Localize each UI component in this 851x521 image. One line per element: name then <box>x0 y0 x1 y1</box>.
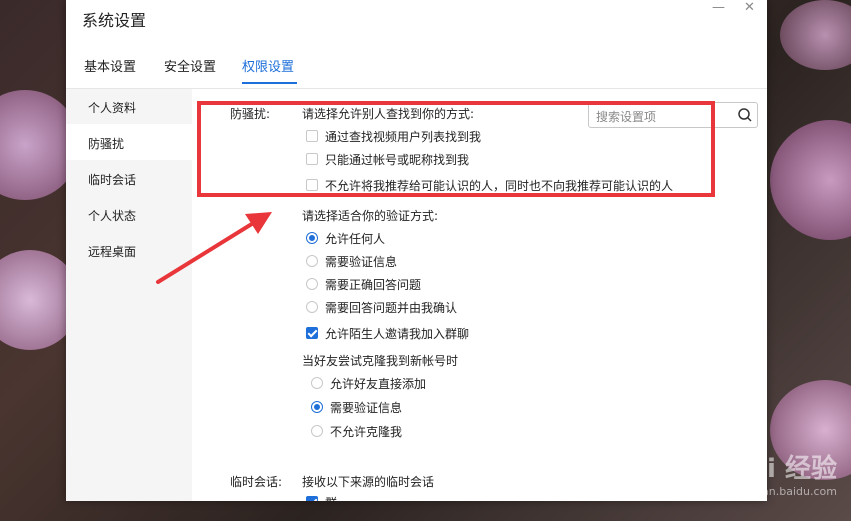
settings-sidebar: 个人资料 防骚扰 临时会话 个人状态 远程桌面 <box>66 89 192 501</box>
clone-option-label[interactable]: 不允许克隆我 <box>330 423 402 440</box>
find-option-checkbox[interactable] <box>306 153 318 165</box>
temp-chat-prompt: 接收以下来源的临时会话 <box>302 475 435 489</box>
background-flower <box>770 120 851 240</box>
minimize-button[interactable]: — <box>712 0 725 15</box>
verify-option-radio[interactable] <box>306 255 318 267</box>
watermark-text: Bai 经验 <box>729 454 837 484</box>
clone-option-radio[interactable] <box>311 425 323 437</box>
verify-option-label[interactable]: 需要正确回答问题 <box>325 276 421 293</box>
temp-chat-group-checkbox[interactable] <box>306 496 318 501</box>
verify-option-radio[interactable] <box>306 232 318 244</box>
tab-basic-settings[interactable]: 基本设置 <box>84 56 136 75</box>
group-invite-checkbox[interactable] <box>306 327 318 339</box>
verify-method-prompt: 请选择适合你的验证方式: <box>302 209 439 223</box>
sidebar-item-temp-chat[interactable]: 临时会话 <box>88 171 136 188</box>
section-label-anti-harassment: 防骚扰: <box>230 107 271 121</box>
clone-option-label[interactable]: 需要验证信息 <box>330 399 402 416</box>
find-option-label[interactable]: 只能通过帐号或昵称找到我 <box>325 151 469 168</box>
tab-bar: 基本设置 安全设置 权限设置 搜索设置项 <box>66 52 767 128</box>
verify-option-radio[interactable] <box>306 278 318 290</box>
clone-option-label[interactable]: 允许好友直接添加 <box>330 375 426 392</box>
verify-option-radio[interactable] <box>306 301 318 313</box>
verify-option-label[interactable]: 需要回答问题并由我确认 <box>325 299 457 316</box>
clone-option-radio[interactable] <box>311 401 323 413</box>
sidebar-item-remote-desktop[interactable]: 远程桌面 <box>88 243 136 260</box>
annotation-arrow-icon <box>156 212 272 284</box>
find-option-checkbox[interactable] <box>306 130 318 142</box>
sidebar-item-anti-harassment[interactable]: 防骚扰 <box>88 135 124 152</box>
sidebar-item-status[interactable]: 个人状态 <box>88 207 136 224</box>
watermark-logo: Bai 经验 jingyan.baidu.com <box>730 448 837 498</box>
clone-prompt: 当好友尝试克隆我到新帐号时 <box>302 354 459 368</box>
temp-chat-group-label[interactable]: 群 <box>325 494 337 501</box>
sidebar-item-profile[interactable]: 个人资料 <box>88 99 136 116</box>
section-label-temp-chat: 临时会话: <box>230 475 283 489</box>
window-title: 系统设置 <box>82 11 147 30</box>
verify-option-label[interactable]: 允许任何人 <box>325 230 385 247</box>
tab-security-settings[interactable]: 安全设置 <box>164 56 216 75</box>
active-tab-indicator <box>242 82 297 84</box>
find-option-checkbox[interactable] <box>306 179 318 191</box>
watermark-subtext: jingyan.baidu.com <box>735 485 837 498</box>
background-flower <box>780 0 851 70</box>
tab-permission-settings[interactable]: 权限设置 <box>242 56 294 75</box>
settings-content: 防骚扰: 请选择允许别人查找到你的方式: 通过查找视频用户列表找到我 只能通过帐… <box>192 89 767 501</box>
group-invite-label[interactable]: 允许陌生人邀请我加入群聊 <box>325 325 469 342</box>
find-method-prompt: 请选择允许别人查找到你的方式: <box>302 107 475 121</box>
clone-option-radio[interactable] <box>311 377 323 389</box>
close-button[interactable]: ✕ <box>744 0 755 15</box>
find-option-label[interactable]: 不允许将我推荐给可能认识的人，同时也不向我推荐可能认识的人 <box>325 177 673 194</box>
verify-option-label[interactable]: 需要验证信息 <box>325 253 397 270</box>
sidebar-active-highlight <box>66 124 192 160</box>
find-option-label[interactable]: 通过查找视频用户列表找到我 <box>325 128 481 145</box>
